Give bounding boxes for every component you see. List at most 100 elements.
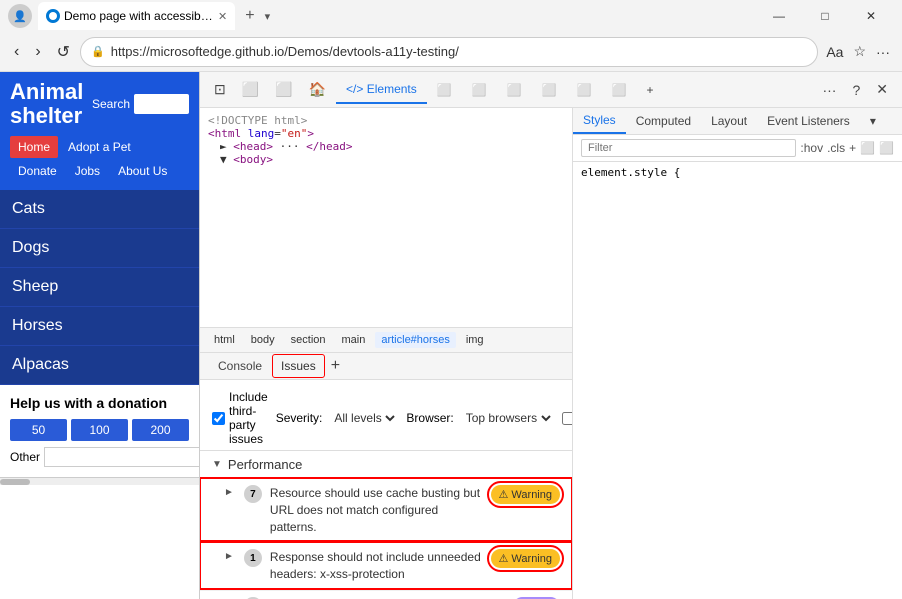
layout-tab[interactable]: Layout <box>701 108 757 134</box>
computed-tab[interactable]: Computed <box>626 108 701 134</box>
subtab-add[interactable]: + <box>325 355 346 377</box>
window-controls: — □ ✕ <box>756 0 894 32</box>
html-line-4[interactable]: ▼ <body> <box>208 153 564 166</box>
tab-network[interactable]: ⬜ <box>427 77 462 103</box>
breadcrumb-section[interactable]: section <box>285 332 332 348</box>
maximize-button[interactable]: □ <box>802 0 848 32</box>
devtools-more-btn[interactable]: ··· <box>816 77 842 102</box>
breadcrumb-main[interactable]: main <box>336 332 372 348</box>
animal-cats[interactable]: Cats <box>0 190 199 229</box>
nav-donate[interactable]: Donate <box>10 160 65 182</box>
styles-icon-btn[interactable]: ⬜ <box>860 141 875 155</box>
devtools-titlebar: ⊡ ⬜ ⬜ 🏠 </> Elements ⬜ ⬜ ⬜ ⬜ ⬜ ⬜ + ··· ? <box>200 72 902 108</box>
back-button[interactable]: ‹ <box>8 39 25 65</box>
breadcrumb-body[interactable]: body <box>245 332 281 348</box>
breadcrumb-article[interactable]: article#horses <box>375 332 455 348</box>
site-nav: Home Adopt a Pet Donate Jobs About Us <box>10 132 189 186</box>
content-area: Animal shelter Search Home Adopt a Pet D… <box>0 72 902 599</box>
devtools-help-btn[interactable]: ? <box>846 77 866 102</box>
tab-application[interactable]: ⬜ <box>567 77 602 103</box>
devtools-title-actions: ··· ? ✕ <box>816 77 894 102</box>
severity-select[interactable]: All levels <box>330 410 398 426</box>
lock-icon: 🔒 <box>91 45 105 58</box>
issues-toolbar: Include third-party issues Severity: All… <box>200 386 572 451</box>
scrollbar-thumb[interactable] <box>0 479 30 485</box>
breadcrumb-img[interactable]: img <box>460 332 490 348</box>
animal-sheep[interactable]: Sheep <box>0 268 199 307</box>
nav-jobs[interactable]: Jobs <box>67 160 108 182</box>
element-style: element.style { <box>573 162 902 183</box>
tab-sources[interactable]: ⬜ <box>462 77 497 103</box>
breadcrumb-html[interactable]: html <box>208 332 241 348</box>
add-style-btn[interactable]: + <box>849 141 856 155</box>
donation-title: Help us with a donation <box>10 395 189 411</box>
donate-100[interactable]: 100 <box>71 419 128 441</box>
tab-performance[interactable]: ⬜ <box>497 77 532 103</box>
html-line-3[interactable]: ► <head> ··· </head> <box>208 140 564 153</box>
donate-50[interactable]: 50 <box>10 419 67 441</box>
site-title: Animal shelter <box>10 80 83 128</box>
tab-security[interactable]: ⬜ <box>602 77 637 103</box>
group-by-checkbox[interactable] <box>562 412 572 425</box>
minimize-button[interactable]: — <box>756 0 802 32</box>
issue-count: 7 <box>244 485 262 503</box>
url-bar[interactable]: 🔒 https://microsoftedge.github.io/Demos/… <box>80 37 818 67</box>
donate-200[interactable]: 200 <box>132 419 189 441</box>
devtools-subtabs: Console Issues + <box>200 353 572 380</box>
forward-button[interactable]: › <box>29 39 46 65</box>
read-aloud-button[interactable]: Aa <box>822 40 847 64</box>
more-button[interactable]: ··· <box>872 40 894 64</box>
include-third-party-label[interactable]: Include third-party issues <box>212 390 268 446</box>
tab-dropdown-button[interactable]: ▾ <box>265 10 271 23</box>
styles-filter-input[interactable] <box>581 139 796 157</box>
horizontal-scrollbar[interactable] <box>0 477 199 485</box>
styles-more-btn[interactable]: ⬜ <box>879 141 894 155</box>
issue-expand-icon[interactable]: ► <box>224 551 234 562</box>
event-listeners-tab[interactable]: Event Listeners <box>757 108 860 134</box>
nav-home[interactable]: Home <box>10 136 58 158</box>
include-third-party-checkbox[interactable] <box>212 412 225 425</box>
address-bar: ‹ › ↺ 🔒 https://microsoftedge.github.io/… <box>0 32 902 72</box>
devtools-tabs: </> Elements ⬜ ⬜ ⬜ ⬜ ⬜ ⬜ + <box>336 76 812 104</box>
subtab-issues[interactable]: Issues <box>272 354 325 378</box>
devtools-device-btn[interactable]: ⬜ <box>236 77 265 102</box>
pseudo-class-btn[interactable]: :hov <box>800 141 823 155</box>
styles-tabs: Styles Computed Layout Event Listeners ▾ <box>573 108 902 135</box>
subtab-console[interactable]: Console <box>208 353 272 379</box>
favorites-button[interactable]: ☆ <box>849 39 870 64</box>
issue-text: Response should not include unneeded hea… <box>270 549 483 583</box>
devtools-close-btn[interactable]: ✕ <box>870 77 894 102</box>
issue-expand-icon[interactable]: ► <box>224 487 234 498</box>
animal-horses[interactable]: Horses <box>0 307 199 346</box>
class-btn[interactable]: .cls <box>827 141 845 155</box>
devtools-home-btn[interactable]: 🏠 <box>303 77 332 102</box>
tab-more-tools[interactable]: + <box>636 77 663 103</box>
toolbar-icons: Aa ☆ ··· <box>822 39 894 64</box>
devtools-device2-btn[interactable]: ⬜ <box>269 77 298 102</box>
performance-section-header[interactable]: ▼ Performance <box>200 451 572 478</box>
devtools-inspect-btn[interactable]: ⊡ <box>208 77 232 102</box>
search-label: Search <box>92 97 130 111</box>
issues-panel[interactable]: Include third-party issues Severity: All… <box>200 380 572 599</box>
donation-other: Other <box>10 447 189 467</box>
other-amount-input[interactable] <box>44 447 200 467</box>
close-button[interactable]: ✕ <box>848 0 894 32</box>
refresh-button[interactable]: ↺ <box>51 38 76 66</box>
new-tab-button[interactable]: + <box>239 5 260 27</box>
styles-tab[interactable]: Styles <box>573 108 626 134</box>
html-line-2: <html lang="en"> <box>208 127 564 140</box>
animal-alpacas[interactable]: Alpacas <box>0 346 199 385</box>
expand-icon: ▼ <box>212 459 222 470</box>
tab-close-button[interactable]: ✕ <box>218 10 227 23</box>
tab-memory[interactable]: ⬜ <box>532 77 567 103</box>
browser-select[interactable]: Top browsers <box>462 410 554 426</box>
styles-more[interactable]: ▾ <box>860 108 886 134</box>
warning-badge: ⚠ Warning <box>491 485 560 504</box>
animal-dogs[interactable]: Dogs <box>0 229 199 268</box>
nav-adopt[interactable]: Adopt a Pet <box>60 136 139 158</box>
active-tab[interactable]: Demo page with accessibility iss... ✕ <box>38 2 235 30</box>
search-input[interactable] <box>134 94 189 114</box>
nav-about[interactable]: About Us <box>110 160 175 182</box>
tab-title: Demo page with accessibility iss... <box>64 9 214 23</box>
tab-elements[interactable]: </> Elements <box>336 76 427 104</box>
